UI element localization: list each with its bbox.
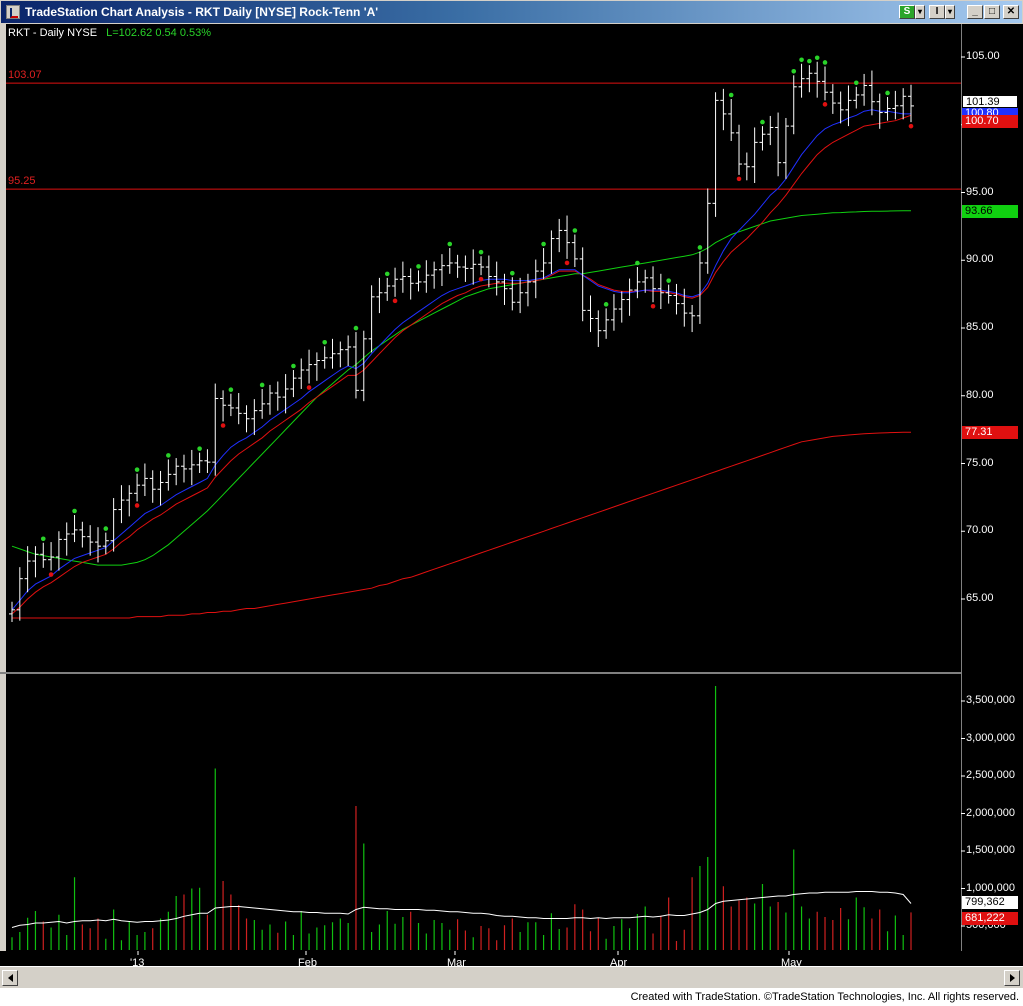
scroll-right-icon[interactable] [1004, 970, 1020, 986]
hline-label-95: 95.25 [8, 175, 36, 188]
price-tick-label: 80.00 [966, 388, 994, 401]
price-tick-label: 90.00 [966, 253, 994, 266]
pivot-high-dot [666, 278, 671, 283]
pivot-low-dot [736, 176, 742, 182]
pivot-high-dot [760, 119, 765, 125]
horizontal-scrollbar[interactable] [0, 966, 1023, 988]
pivot-high-dot [322, 339, 327, 345]
ma-200-value-box: 77.31 [962, 426, 1018, 440]
pivot-high-dot [291, 363, 296, 369]
volume-tick-label: 1,500,000 [966, 844, 1015, 856]
ma-50-value-box: 93.66 [962, 204, 1018, 218]
volume-avg-box: 799,362 [962, 895, 1018, 909]
pivot-low-dot [650, 303, 656, 309]
pivot-high-dot [541, 241, 546, 247]
volume-tick-label: 2,000,000 [966, 806, 1015, 819]
price-tick-label: 70.00 [966, 524, 994, 537]
pivot-low-dot [48, 572, 54, 577]
pivot-low-dot [306, 385, 312, 390]
pivot-low-dot [134, 503, 140, 508]
price-tick-label: 105.00 [966, 50, 1000, 62]
pivot-high-dot [603, 302, 609, 307]
legend-symbol: RKT - Daily NYSE [8, 27, 98, 39]
pivot-high-dot [134, 467, 140, 472]
ma-mid-value-box: 100.70 [962, 114, 1018, 128]
volume-tick-label: 3,500,000 [966, 694, 1015, 706]
pivot-high-dot [259, 382, 265, 388]
price-tick-label: 95.00 [966, 185, 994, 198]
legend-last-price: L=102.62 0.54 0.53% [106, 27, 212, 39]
pivot-high-dot [635, 260, 640, 266]
pivot-low-dot [908, 123, 914, 129]
price-tick-label: 85.00 [966, 321, 994, 333]
volume-tick-label: 3,000,000 [966, 731, 1015, 744]
price-tick-label: 65.00 [966, 592, 994, 604]
pivot-high-dot [814, 55, 820, 61]
pivot-high-dot [807, 58, 812, 64]
pivot-high-dot [103, 526, 109, 531]
pivot-high-dot [384, 271, 390, 277]
chart-canvas [6, 55, 965, 955]
pivot-high-dot [228, 387, 234, 393]
ma-fast-line [11, 109, 911, 611]
ma-50-line [11, 210, 912, 566]
pivot-high-dot [72, 508, 77, 514]
chart-legend: RKT - Daily NYSE L=102.62 0.54 0.53% [8, 27, 211, 39]
pivot-high-dot [853, 80, 859, 86]
price-tick-label: 75.00 [966, 456, 994, 469]
pivot-high-dot [728, 92, 734, 98]
pivot-high-dot [822, 60, 828, 65]
footer: Created with TradeStation. ©TradeStation… [0, 988, 1023, 1006]
pivot-high-dot [478, 249, 484, 255]
pivot-high-dot [416, 264, 421, 269]
volume-tick-label: 1,000,000 [966, 881, 1015, 894]
pivot-low-dot [220, 423, 226, 428]
volume-avg-line [11, 891, 912, 928]
last-price-box: 101.39 [962, 94, 1018, 108]
pivot-high-dot [799, 57, 804, 63]
ma-200-line [12, 431, 912, 619]
pivot-low-dot [564, 260, 570, 266]
scroll-left-icon[interactable] [2, 970, 18, 986]
hline-label-103: 103.07 [8, 69, 42, 82]
volume-tick-label: 2,500,000 [966, 769, 1015, 781]
pivot-high-dot [885, 90, 890, 96]
pivot-high-dot [572, 228, 578, 233]
pivot-high-dot [166, 453, 171, 458]
pivot-low-dot [478, 276, 484, 282]
pivot-high-dot [510, 270, 515, 276]
pivot-low-dot [822, 102, 828, 107]
pivot-high-dot [447, 241, 453, 247]
volume-last-box: 681,222 [962, 912, 1018, 926]
pivot-high-dot [353, 325, 359, 331]
pivot-high-dot [40, 536, 46, 542]
footer-text: Created with TradeStation. ©TradeStation… [630, 991, 1019, 1003]
pivot-high-dot [791, 68, 797, 74]
pivot-high-dot [697, 245, 703, 250]
pivot-low-dot [392, 298, 398, 304]
pivot-high-dot [197, 446, 202, 451]
